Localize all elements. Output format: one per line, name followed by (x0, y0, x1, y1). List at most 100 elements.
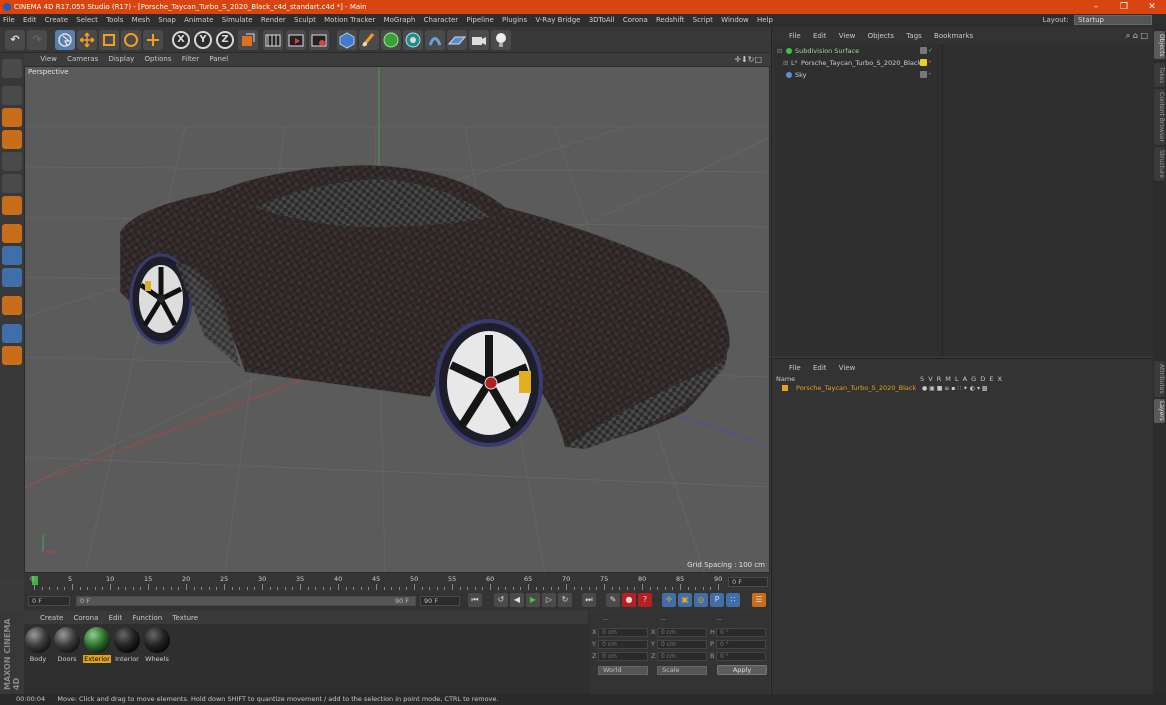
preview-range-slider[interactable]: 0 F 90 F (76, 596, 416, 606)
planar-workplane-icon[interactable] (2, 346, 22, 365)
parameter-key-icon[interactable]: P (710, 593, 724, 607)
menu-window[interactable]: Window (718, 14, 752, 27)
layout-select[interactable]: Startup (1074, 15, 1152, 25)
viewport-menu-view[interactable]: View (36, 53, 61, 66)
material-menu-corona[interactable]: Corona (70, 612, 103, 624)
menu-mograph[interactable]: MoGraph (381, 14, 419, 27)
object-menu-edit[interactable]: Edit (808, 30, 832, 42)
x-axis-lock-button[interactable]: X (172, 31, 190, 49)
menu-character[interactable]: Character (421, 14, 462, 27)
y-axis-lock-button[interactable]: Y (194, 31, 212, 49)
rotation-key-icon[interactable]: ◎ (694, 593, 708, 607)
material-body[interactable]: Body (24, 627, 52, 663)
previous-frame-icon[interactable]: ◀ (510, 593, 524, 607)
apply-button[interactable]: Apply (717, 665, 767, 675)
enabled-check-icon[interactable]: ✓ (928, 47, 933, 54)
object-row-subdivision-surface[interactable]: ⊟ Subdivision Surface ✓ (774, 45, 1154, 57)
object-menu-tags[interactable]: Tags (901, 30, 927, 42)
material-interior[interactable]: Interior (113, 627, 141, 663)
rotation-h-field[interactable]: 0 ° (716, 628, 766, 637)
visibility-dots-icon[interactable] (920, 47, 927, 54)
keyframe-selection-icon[interactable]: ? (638, 593, 652, 607)
menu-create[interactable]: Create (42, 14, 71, 27)
axis-mode-icon[interactable] (2, 224, 22, 243)
menu-plugins[interactable]: Plugins (499, 14, 530, 27)
tree-expander-icon[interactable]: ⊞ (783, 57, 788, 69)
material-menu-function[interactable]: Function (128, 612, 166, 624)
close-button[interactable]: ✕ (1138, 0, 1166, 14)
menu-vray-bridge[interactable]: V-Ray Bridge (532, 14, 583, 27)
object-menu-objects[interactable]: Objects (863, 30, 899, 42)
viewport-menu-options[interactable]: Options (141, 53, 176, 66)
lock-workplane-icon[interactable] (2, 324, 22, 343)
object-manager-search-icon[interactable]: ⌕ ⌂ □ (1126, 30, 1148, 42)
position-z-field[interactable]: 0 cm (598, 652, 648, 661)
deformer-icon[interactable] (425, 30, 445, 50)
layer-color-icon[interactable] (782, 385, 788, 391)
render-to-picture-viewer-icon[interactable] (286, 30, 306, 50)
rotation-b-field[interactable]: 0 ° (716, 652, 766, 661)
make-editable-icon[interactable] (2, 59, 22, 78)
tab-attributes[interactable]: Attributes (1154, 361, 1165, 397)
size-x-field[interactable]: 0 cm (657, 628, 707, 637)
layer-flag-icons[interactable]: ● ▣ ■ ≡ ▪ ∷ ✦ ◐ ▾ ▩ (922, 384, 988, 393)
z-axis-lock-button[interactable]: Z (216, 31, 234, 49)
light-object-icon[interactable] (491, 30, 511, 50)
minimize-button[interactable]: – (1082, 0, 1110, 14)
live-selection-icon[interactable] (55, 30, 75, 50)
viewport-menu-panel[interactable]: Panel (205, 53, 232, 66)
viewport-menu-filter[interactable]: Filter (178, 53, 203, 66)
menu-file[interactable]: File (0, 14, 18, 27)
material-menu-create[interactable]: Create (36, 612, 67, 624)
render-dot-icon[interactable]: • (928, 71, 932, 78)
scale-tool-icon[interactable] (99, 30, 119, 50)
previous-key-icon[interactable]: ↺ (494, 593, 508, 607)
recent-tool-icon[interactable] (143, 30, 163, 50)
tweak-mode-icon[interactable] (2, 246, 22, 265)
record-keys-icon[interactable]: ✎ (606, 593, 620, 607)
snapping-icon[interactable] (2, 268, 22, 287)
layer-row[interactable]: Porsche_Taycan_Turbo_S_2020_Black ● ▣ ■ … (774, 384, 1152, 393)
viewport-nav-icons[interactable]: ✛⬇↻□ (734, 53, 762, 66)
points-mode-icon[interactable] (2, 152, 22, 171)
cube-object-icon[interactable] (337, 30, 357, 50)
menu-select[interactable]: Select (73, 14, 101, 27)
start-frame-field[interactable]: 0 F (28, 596, 70, 606)
visibility-dots-icon[interactable]: • (928, 59, 932, 66)
next-key-icon[interactable]: ↻ (558, 593, 572, 607)
tab-structure[interactable]: Structure (1154, 147, 1165, 181)
material-wheels[interactable]: Wheels (143, 627, 171, 663)
coordinate-mode-select[interactable]: World (598, 666, 648, 675)
current-frame-field[interactable]: 0 F (728, 577, 768, 587)
redo-button[interactable]: ↷ (27, 30, 47, 50)
tree-expander-icon[interactable]: ⊟ (777, 45, 782, 57)
position-x-field[interactable]: 0 cm (598, 628, 648, 637)
menu-snap[interactable]: Snap (155, 14, 179, 27)
object-row-sky[interactable]: Sky • (774, 69, 1154, 81)
menu-simulate[interactable]: Simulate (219, 14, 256, 27)
menu-pipeline[interactable]: Pipeline (463, 14, 496, 27)
end-frame-field[interactable]: 90 F (420, 596, 460, 606)
tab-content-browser[interactable]: Content Browser (1154, 89, 1165, 145)
render-view-icon[interactable] (263, 30, 283, 50)
menu-sculpt[interactable]: Sculpt (291, 14, 319, 27)
scale-mode-select[interactable]: Scale (657, 666, 707, 675)
point-level-key-icon[interactable]: ∷ (726, 593, 740, 607)
menu-motion-tracker[interactable]: Motion Tracker (321, 14, 378, 27)
move-tool-icon[interactable] (77, 30, 97, 50)
material-menu-texture[interactable]: Texture (168, 612, 202, 624)
menu-help[interactable]: Help (754, 14, 776, 27)
polygons-mode-icon[interactable] (2, 196, 22, 215)
pen-spline-icon[interactable] (359, 30, 379, 50)
tab-takes[interactable]: Takes (1154, 63, 1165, 87)
object-menu-view[interactable]: View (834, 30, 861, 42)
edges-mode-icon[interactable] (2, 174, 22, 193)
tab-layers[interactable]: Layers (1154, 399, 1165, 423)
go-to-start-icon[interactable]: ⏮ (468, 593, 482, 607)
model-mode-icon[interactable] (2, 86, 22, 105)
object-menu-file[interactable]: File (784, 30, 806, 42)
timeline-window-icon[interactable]: ☰ (752, 593, 766, 607)
tab-objects[interactable]: Objects (1154, 31, 1165, 59)
material-exterior[interactable]: Exterior (83, 627, 111, 663)
play-forward-icon[interactable]: ▶ (526, 593, 540, 607)
